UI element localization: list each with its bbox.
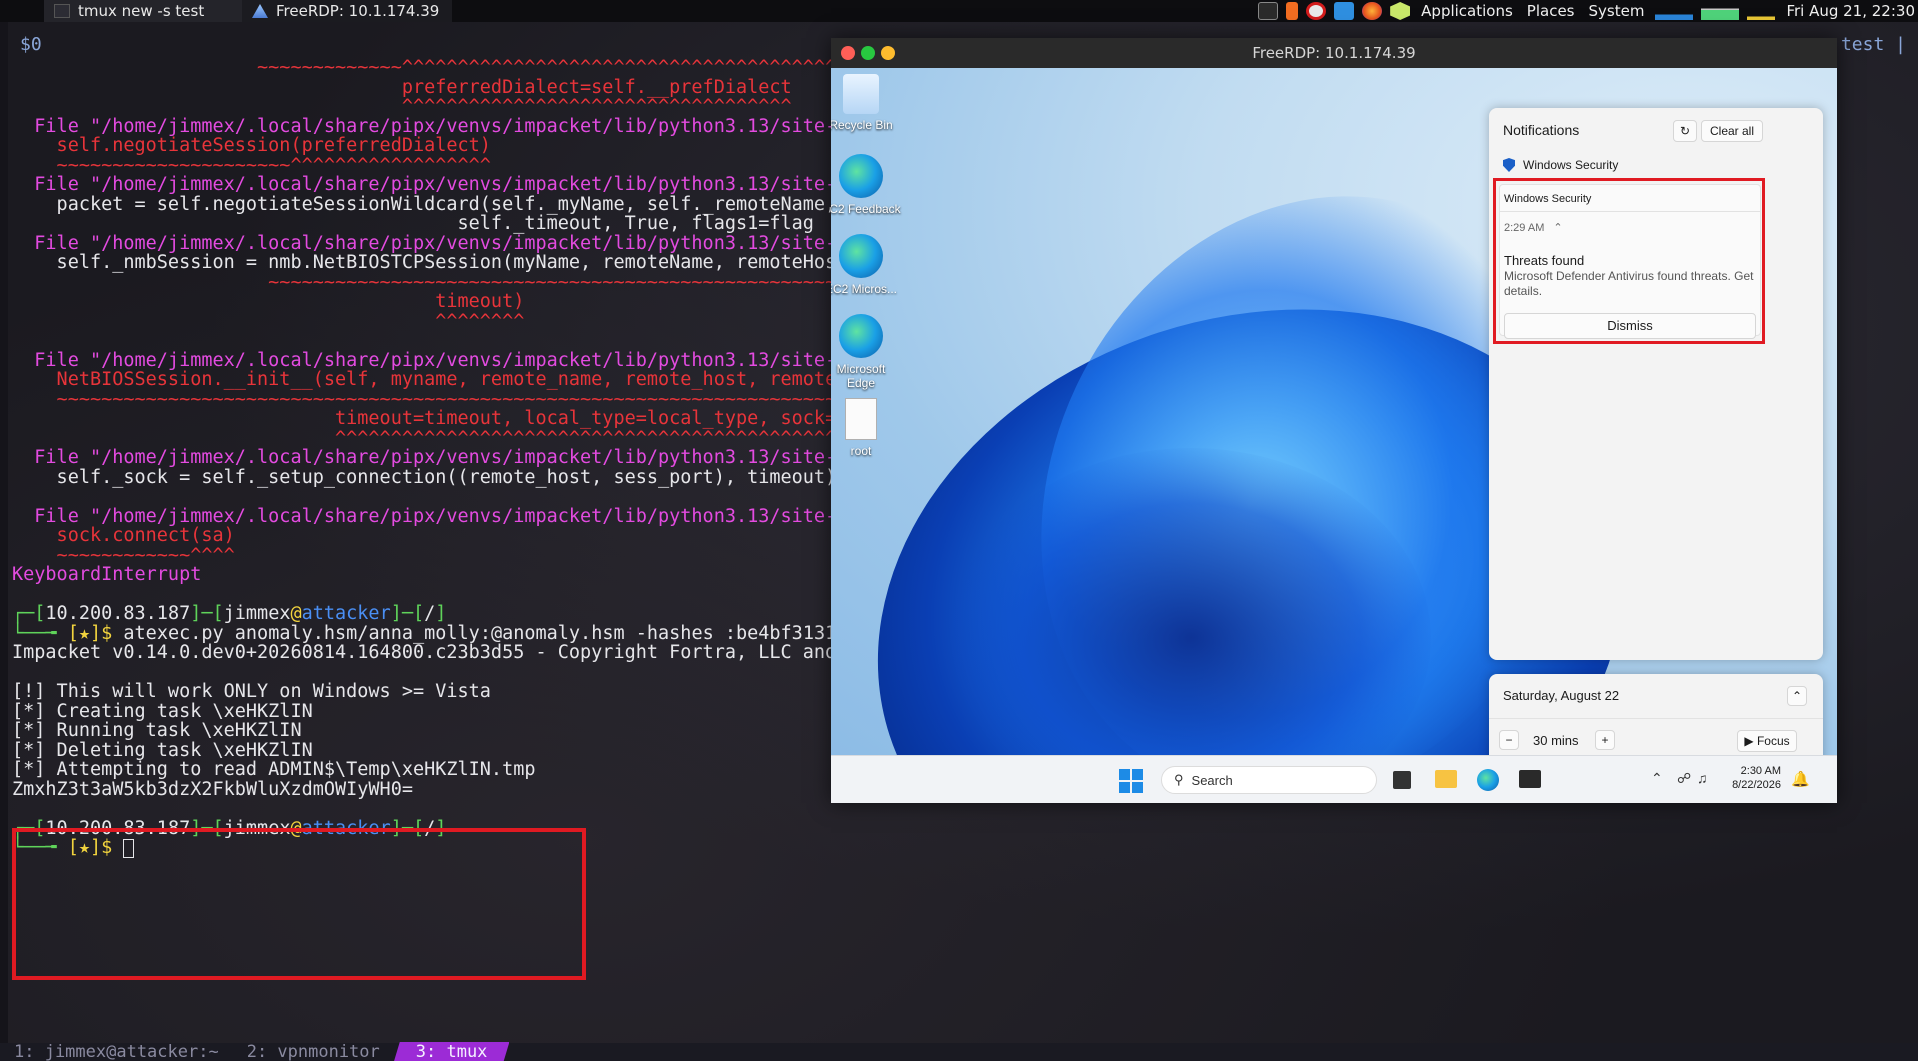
focus-decrease-button[interactable]: − [1499,730,1519,750]
terminal-line: self._sock = self._setup_connection((rem… [12,466,837,488]
notification-center: Notifications ↻ Clear all Windows Securi… [1489,108,1823,660]
tmux-window-1[interactable]: 1: jimmex@attacker:~ [0,1042,233,1061]
windows-desktop[interactable]: Recycle Bin EC2 Feedback EC2 Micros... M… [831,68,1837,755]
windows-taskbar: ⚲ Search ⌃ ☍ ♫ 2:30 AM 8/22/2026 🔔 [831,755,1837,803]
recycle-bin-icon [843,74,879,114]
chevron-up-icon: ⌃ [1791,689,1803,703]
task-label: tmux new -s test [78,2,205,20]
pane-title-left: $0 [20,34,42,55]
maximize-window-button[interactable] [881,46,895,60]
desktop-icon-root[interactable]: root [831,398,901,458]
windows-logo-icon [1119,782,1130,793]
edge-icon [839,154,883,198]
clear-all-button[interactable]: Clear all [1701,120,1763,142]
tmux-window-3[interactable]: 3: tmux [394,1042,510,1061]
terminal-line: Impacket v0.14.0.dev0+20260814.164800.c2… [12,642,837,663]
task-button-tmux[interactable]: tmux new -s test [44,0,242,22]
clock[interactable]: Fri Aug 21, 22:30 [1783,2,1918,20]
freerdp-titlebar[interactable]: FreeRDP: 10.1.174.39 [831,38,1837,68]
file-explorer-icon[interactable] [1435,770,1457,788]
terminal-launcher-icon[interactable] [1258,2,1279,20]
freerdp-window[interactable]: FreeRDP: 10.1.174.39 Recycle Bin EC2 Fee… [831,38,1837,803]
notification-settings-button[interactable]: ↻ [1673,120,1697,142]
close-window-button[interactable] [841,46,855,60]
collapse-calendar-button[interactable]: ⌃ [1787,686,1807,706]
edge-icon [839,314,883,358]
memory-graph [1701,2,1740,20]
highlight-box-notification [1493,178,1765,344]
cpu-graph [1747,2,1776,20]
edge-icon[interactable] [1477,769,1499,791]
settings-icon: ↻ [1679,124,1691,138]
top-panel: tmux new -s test FreeRDP: 10.1.174.39 Ap… [0,0,1918,22]
firefox-icon[interactable] [1362,2,1383,20]
blocked-app-icon[interactable] [1306,2,1327,20]
shield-icon [1503,158,1515,172]
desktop-icon-recycle-bin[interactable]: Recycle Bin [831,74,901,132]
tmux-window-2[interactable]: 2: vpnmonitor [233,1042,394,1061]
notifications-header: Notifications [1503,122,1580,138]
chevron-up-icon[interactable]: ⌃ [1651,770,1663,787]
burp-icon[interactable] [1286,2,1299,20]
windows-logo-icon [1132,769,1143,780]
task-button-freerdp[interactable]: FreeRDP: 10.1.174.39 [242,0,452,22]
windows-logo-icon [1132,782,1143,793]
calendar-date: Saturday, August 22 [1503,688,1620,703]
terminal-line: ZmxhZ3t3aW5kb3dzX2FkbWluXzdmOWIyWH0= [12,778,413,800]
vscode-icon[interactable] [1334,2,1355,20]
start-button[interactable] [1119,769,1143,793]
focus-button[interactable]: ▶ Focus [1737,730,1797,752]
menu-applications[interactable]: Applications [1418,2,1516,20]
network-icon[interactable]: ☍ [1677,770,1691,787]
edge-icon [839,234,883,278]
focus-duration: 30 mins [1533,733,1579,748]
notification-group: Windows Security [1503,158,1618,172]
play-icon: ▶ [1744,734,1754,748]
taskbar-search-box[interactable]: ⚲ Search [1161,766,1377,794]
calendar-divider [1489,718,1823,719]
volume-icon[interactable]: ♫ [1697,770,1708,786]
focus-increase-button[interactable]: + [1595,730,1615,750]
cube-icon[interactable] [1390,2,1411,20]
notification-bell-icon[interactable]: 🔔 [1791,770,1810,788]
menu-places[interactable]: Places [1524,2,1578,20]
window-title: FreeRDP: 10.1.174.39 [1252,44,1416,62]
pane-title-right: test | [1840,34,1906,55]
desktop-icon-microsoft-edge[interactable]: Microsoft Edge [831,314,901,390]
panel-right: Applications Places System Fri Aug 21, 2… [1258,0,1918,22]
network-graph [1655,2,1694,20]
terminal-line: KeyboardInterrupt [12,564,202,585]
tmux-status-bar: 1: jimmex@attacker:~ 2: vpnmonitor 3: tm… [0,1042,1918,1061]
windows-logo-icon [1119,769,1130,780]
taskbar-clock[interactable]: 2:30 AM 8/22/2026 [1719,764,1781,792]
minimize-window-button[interactable] [861,46,875,60]
terminal-line: ^^^^^^^^ [12,310,525,332]
file-icon [845,398,877,440]
desktop-icon-ec2-microsoft[interactable]: EC2 Micros... [831,234,901,296]
calendar-panel: Saturday, August 22 ⌃ − 30 mins + ▶ Focu… [1489,674,1823,755]
highlight-box-output [12,828,586,980]
search-icon: ⚲ [1174,772,1184,787]
task-view-icon[interactable] [1393,771,1411,789]
terminal-icon [54,4,70,18]
terminal-icon[interactable] [1519,770,1541,788]
menu-system[interactable]: System [1586,2,1648,20]
freerdp-icon [252,4,268,18]
task-label: FreeRDP: 10.1.174.39 [276,2,440,20]
desktop-icon-ec2-feedback[interactable]: EC2 Feedback [831,154,901,216]
